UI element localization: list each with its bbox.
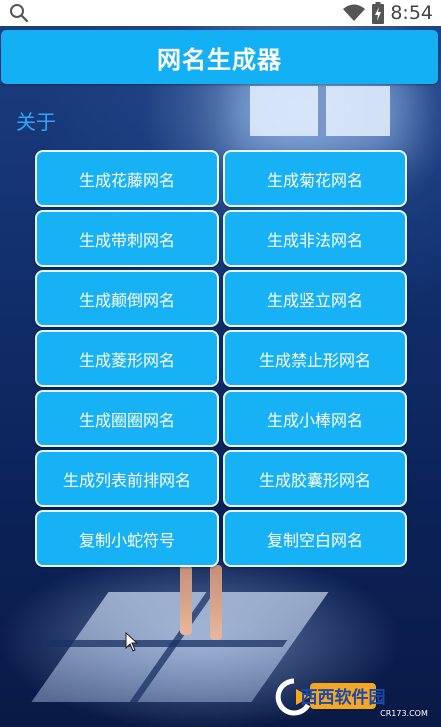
wifi-icon [343,4,366,21]
about-link[interactable]: 关于 [16,106,56,135]
generate-stick-name-button[interactable]: 生成小棒网名 [223,390,407,447]
search-icon[interactable] [8,2,30,24]
generate-upside-down-name-button[interactable]: 生成颠倒网名 [35,270,219,327]
status-icons: 8:54 [342,0,433,26]
generate-list-front-name-button[interactable]: 生成列表前排网名 [35,450,219,507]
background-figure-leg-right [210,565,222,640]
generator-button-grid: 生成花藤网名 生成菊花网名 生成带刺网名 生成非法网名 生成颠倒网名 生成竖立网… [35,150,407,567]
status-bar: 8:54 [0,0,441,26]
copy-blank-name-button[interactable]: 复制空白网名 [223,510,407,567]
watermark-brand-text: 西西软件园 [301,687,386,708]
generate-thorn-name-button[interactable]: 生成带刺网名 [35,210,219,267]
status-time: 8:54 [390,2,433,24]
battery-charging-icon [372,2,385,24]
generate-circle-name-button[interactable]: 生成圈圈网名 [35,390,219,447]
watermark-domain-text: CR173.COM [380,709,428,718]
generate-forbidden-name-button[interactable]: 生成禁止形网名 [223,330,407,387]
copy-snake-symbol-button[interactable]: 复制小蛇符号 [35,510,219,567]
background-window-frame [318,86,326,136]
generate-capsule-name-button[interactable]: 生成胶囊形网名 [223,450,407,507]
app-header: 网名生成器 [1,30,438,84]
mouse-cursor-icon [125,632,139,652]
watermark-logo: 西西软件园 CR173.COM [275,678,428,718]
page-title: 网名生成器 [157,45,282,74]
background-floor-shadow-horizontal [42,640,288,647]
generate-vine-name-button[interactable]: 生成花藤网名 [35,150,219,207]
generate-illegal-name-button[interactable]: 生成非法网名 [223,210,407,267]
generate-diamond-name-button[interactable]: 生成菱形网名 [35,330,219,387]
background-figure-leg-left [180,565,192,635]
generate-chrysanthemum-name-button[interactable]: 生成菊花网名 [223,150,407,207]
generate-vertical-name-button[interactable]: 生成竖立网名 [223,270,407,327]
